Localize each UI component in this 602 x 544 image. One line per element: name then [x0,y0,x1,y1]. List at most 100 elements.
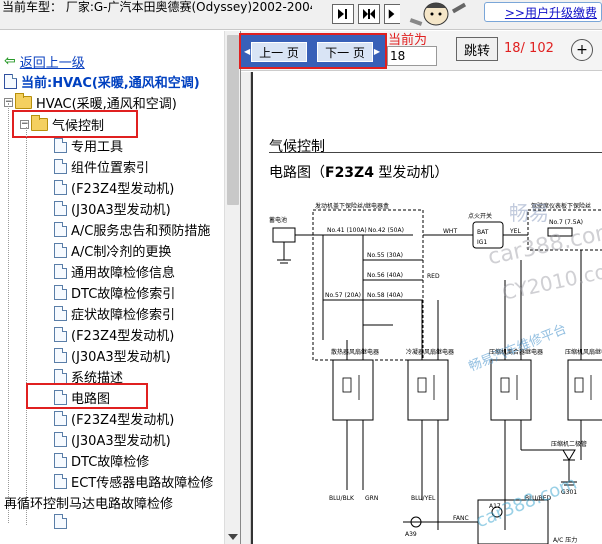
label-fuse58: No.58 (40A) [367,292,403,299]
tree-item[interactable]: DTC故障检修索引 [54,282,175,302]
last-page-icon[interactable] [384,4,400,24]
tree-item-label: DTC故障检修 [71,454,150,470]
tree-item[interactable]: (J30A3型发动机) [54,429,171,449]
app-window: 当前车型： 厂家:G-广汽本田奥德赛(Odyssey)2002-2004... … [0,0,602,544]
title-rule [269,152,602,153]
tree-item[interactable]: (F23Z4型发动机) [54,177,174,197]
label-fusebox: 发动机盖下保险丝/继电器盒 [315,202,389,210]
label-relay3: 压缩机离合器继电器 [489,348,543,356]
document-icon [54,200,67,216]
label-a39: A39 [405,531,417,538]
top-bar: 当前车型： 厂家:G-广汽本田奥德赛(Odyssey)2002-2004... … [0,0,602,30]
mascot-icon [409,2,467,26]
document-icon [54,263,67,279]
folder-open-icon [15,92,32,109]
document-icon [54,452,67,468]
label-ac-pressure: A/C 压力 [553,536,577,544]
document-icon [54,431,67,447]
label-fuse41: No.41 (100A) [327,227,367,234]
document-icon [54,368,67,384]
label-ig1: IG1 [477,239,487,246]
label-relay2: 冷凝器风扇继电器 [406,348,454,356]
label-fuse57: No.57 (20A) [325,292,361,299]
tree-scrollbar[interactable] [224,31,240,544]
prev-arrow-icon: ◀ [244,47,251,56]
tree-item[interactable]: (F23Z4型发动机) [54,324,174,344]
tree-item-label: (J30A3型发动机) [71,349,171,365]
label-fuse42: No.42 (50A) [368,227,404,234]
tree-item[interactable]: A/C服务忠告和预防措施 [54,219,210,239]
label-bat: BAT [477,229,489,236]
back-link[interactable]: ⇦ 返回上一级 [4,51,85,71]
label-relay1: 散热器风扇继电器 [331,348,379,356]
tree-item[interactable]: A/C制冷剂的更换 [54,240,171,260]
current-node-label: 当前:HVAC(采暖,通风和空调) [4,71,200,91]
scroll-down-icon[interactable] [228,534,238,540]
label-blu-yel: BLU/YEL [411,495,436,502]
tree-item-label: (F23Z4型发动机) [71,181,175,197]
label-grn: GRN [365,495,378,502]
document-page: 气候控制 电路图（F23Z4 型发动机） 蓄电池 发动机盖下保险丝/继电器盒 点… [251,72,602,544]
jump-button[interactable]: 跳转 [456,37,498,61]
pager-group: ◀ 上一 页 下一 页 ▶ [239,33,387,69]
navigation-tree: ⇦ 返回上一级 当前:HVAC(采暖,通风和空调) − HVAC(采暖,通风和空… [0,31,240,544]
label-wht: WHT [443,228,457,235]
two-page-icon[interactable] [358,4,380,24]
tree-item[interactable]: (F23Z4型发动机) [54,408,174,428]
document-icon [54,305,67,321]
tree-item-label: A/C服务忠告和预防措施 [71,223,211,239]
document-icon [54,158,67,174]
zoom-in-icon[interactable]: + [571,39,593,61]
tree-scroll-thumb[interactable] [227,35,239,205]
tree-item[interactable]: (J30A3型发动机) [54,345,171,365]
document-icon [54,137,67,153]
prev-page-button[interactable]: ◀ 上一 页 [244,42,307,62]
tree-item[interactable]: 再循环控制马达电路故障检修 [4,492,173,512]
tree-item-label: (J30A3型发动机) [71,202,171,218]
label-fuse56: No.56 (40A) [367,272,403,279]
tree-item-label: 再循环控制马达电路故障检修 [4,496,174,512]
label-a17: A17 [489,503,501,510]
circuit-schematic: 蓄电池 发动机盖下保险丝/继电器盒 点火开关 驾驶席仪表板下保险丝 No.41 … [269,202,602,544]
tree-item[interactable] [54,511,67,531]
page-number-input[interactable] [387,46,437,66]
current-car-label: 当前车型： 厂家:G-广汽本田奥德赛(Odyssey)2002-2004... [2,0,312,14]
tree-item-label: (J30A3型发动机) [71,433,171,449]
label-red: RED [427,273,440,280]
label-g301: G301 [561,489,577,496]
back-link-label: 返回上一级 [19,55,85,71]
computer-icon [4,73,17,89]
tree-item-label: 通用故障检修信息 [71,265,176,281]
tree-node-hvac[interactable]: − HVAC(采暖,通风和空调) [4,92,177,112]
tree-item[interactable]: (J30A3型发动机) [54,198,171,218]
document-icon [54,473,67,489]
document-icon [54,326,67,342]
viewer-toolbar: ◀ 上一 页 下一 页 ▶ 当前为 跳转 18/ 102 + [239,31,602,71]
battery-symbol [272,227,296,243]
next-arrow-icon: ▶ [373,47,380,56]
first-page-icon[interactable] [332,4,354,24]
tree-item-label: 专用工具 [71,139,124,155]
tree-item[interactable]: ECT传感器电路故障检修 [54,471,213,491]
document-scrollbar[interactable] [241,72,251,544]
tree-item-label: A/C制冷剂的更换 [71,244,172,260]
document-viewer: ◀ 上一 页 下一 页 ▶ 当前为 跳转 18/ 102 + 气候控制 电路图（… [239,31,602,544]
label-ignition: 点火开关 [468,212,492,220]
next-page-button[interactable]: 下一 页 ▶ [317,42,380,62]
tree-item[interactable]: 通用故障检修信息 [54,261,175,281]
tree-item[interactable]: 专用工具 [54,135,123,155]
upgrade-payment-link[interactable]: >>用户升级缴费 [484,2,602,22]
document-title: 气候控制 [269,139,325,155]
tree-item[interactable]: 症状故障检修索引 [54,303,175,323]
tree-item[interactable]: 组件位置索引 [54,156,149,176]
document-icon [54,179,67,195]
tree-guide-line [8,103,9,523]
tree-item-label: 症状故障检修索引 [71,307,176,323]
label-blu-blk: BLU/BLK [329,495,355,502]
document-icon [54,513,67,529]
tree-item-label: ECT传感器电路故障检修 [71,475,214,491]
tree-item[interactable]: DTC故障检修 [54,450,149,470]
document-icon [54,284,67,300]
back-arrow-icon: ⇦ [4,53,16,69]
circuit-diagram-highlight-box [26,383,148,409]
